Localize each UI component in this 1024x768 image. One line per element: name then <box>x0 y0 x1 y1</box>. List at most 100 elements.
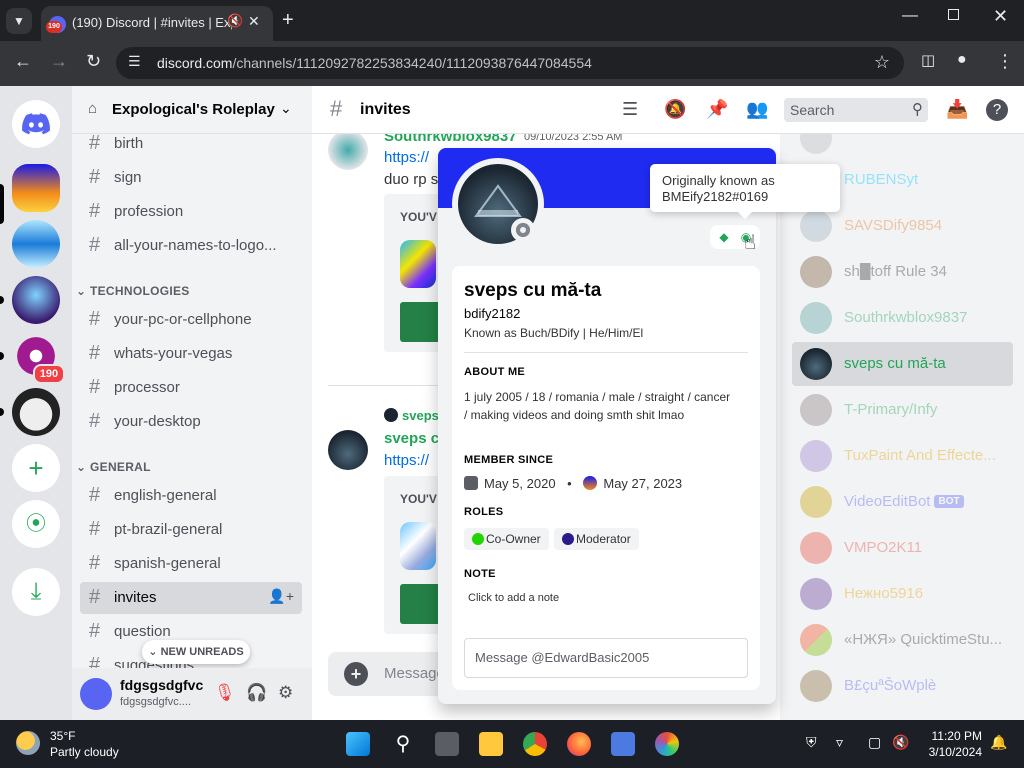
member-item[interactable]: VMPO2K11 <box>792 526 1013 570</box>
inbox-icon[interactable]: 📥 <box>946 99 968 120</box>
add-attachment-icon[interactable]: + <box>344 662 368 686</box>
bookmark-star-icon[interactable]: ☆ <box>874 52 890 73</box>
avatar[interactable] <box>328 130 368 170</box>
settings-gear-icon[interactable]: ⚙ <box>278 683 293 703</box>
browser-tab-active[interactable]: 190 (190) Discord | #invites | Expologic… <box>41 6 273 41</box>
avatar <box>384 408 398 422</box>
channel-english-general[interactable]: # english-general <box>80 480 302 512</box>
headphones-icon[interactable]: 🎧 <box>246 683 267 703</box>
hash-icon: # <box>89 166 101 188</box>
server-icon-3[interactable] <box>12 276 60 324</box>
window-minimize-button[interactable]: — <box>902 7 918 25</box>
start-windows-icon[interactable] <box>346 732 370 756</box>
url-path: /channels/1112092782253834240/1112093876… <box>232 55 592 71</box>
avatar <box>800 624 832 656</box>
discord-home-icon[interactable] <box>12 100 60 148</box>
message-link[interactable]: https:// <box>384 452 429 469</box>
new-tab-button[interactable]: + <box>282 9 294 32</box>
member-item[interactable]: VideoEditBot BOT <box>792 480 1013 524</box>
member-item[interactable]: T-Primary/Infy <box>792 388 1013 432</box>
threads-icon[interactable]: ☰ <box>622 99 638 120</box>
channel-your-pc[interactable]: # your-pc-or-cellphone <box>80 304 302 336</box>
server-icon-expological[interactable] <box>12 164 60 212</box>
new-unreads-button[interactable]: ⌄ NEW UNREADS <box>142 640 250 664</box>
category-technologies[interactable]: ⌄ TECHNOLOGIES <box>76 284 190 298</box>
server-icon-2[interactable] <box>12 220 60 268</box>
forward-arrow-icon[interactable]: → <box>50 51 68 72</box>
clock-date[interactable]: 3/10/2024 <box>920 745 982 759</box>
channel-invites[interactable]: # invites 👤+ <box>80 582 302 614</box>
member-item[interactable]: Southrkwblox9837 <box>792 296 1013 340</box>
note-input[interactable]: Click to add a note <box>468 592 559 604</box>
window-maximize-button[interactable] <box>948 9 959 20</box>
address-bar[interactable]: ☰ discord.com/channels/11120927822538342… <box>116 47 904 79</box>
role-pill[interactable]: Co-Owner <box>464 528 549 550</box>
display-icon[interactable]: ▢ <box>868 734 881 751</box>
server-header[interactable]: ⌂ Expological's Roleplay ⌄ <box>72 86 312 134</box>
clock-time[interactable]: 11:20 PM <box>920 729 982 743</box>
member-item[interactable]: sh█toff Rule 34 <box>792 250 1013 294</box>
task-view-icon[interactable] <box>435 732 459 756</box>
category-general[interactable]: ⌄ GENERAL <box>76 460 151 474</box>
add-server-icon[interactable]: + <box>12 444 60 492</box>
avatar <box>800 578 832 610</box>
tab-search-button[interactable]: ▼ <box>6 8 32 34</box>
chrome-icon[interactable] <box>523 732 547 756</box>
network-icon[interactable]: ▿ <box>836 734 843 751</box>
back-arrow-icon[interactable]: ← <box>14 51 32 72</box>
role-name: Moderator <box>576 532 631 546</box>
app-icon[interactable] <box>611 732 635 756</box>
download-apps-icon[interactable]: ⤓ <box>12 568 60 616</box>
member-item[interactable]: «НЖЯ» QuicktimeStu... <box>792 618 1013 662</box>
pin-icon[interactable]: 📌 <box>706 99 728 120</box>
member-item[interactable]: TuxPaint And Effecte... <box>792 434 1013 478</box>
reply-preview[interactable]: sveps <box>384 408 439 423</box>
tab-close-icon[interactable]: ✕ <box>248 13 260 30</box>
chrome-menu-icon[interactable]: ⋮ <box>996 51 1014 72</box>
channel-sign[interactable]: # sign <box>80 162 302 194</box>
member-item-selected[interactable]: sveps cu mă-ta <box>792 342 1013 386</box>
member-item[interactable] <box>792 134 1013 160</box>
member-item[interactable]: Нежно5916 <box>792 572 1013 616</box>
server-icon-cat[interactable] <box>12 388 60 436</box>
channel-all-your-names[interactable]: # all-your-names-to-logo... <box>80 230 302 262</box>
tab-muted-audio-icon[interactable]: 🔇 <box>227 13 243 29</box>
explore-servers-icon[interactable]: ⦿ <box>12 500 60 548</box>
channel-processor[interactable]: # processor <box>80 372 302 404</box>
firefox-icon[interactable] <box>567 732 591 756</box>
message-author[interactable]: sveps c <box>384 430 439 447</box>
create-invite-icon[interactable]: 👤+ <box>268 588 294 605</box>
volume-muted-icon[interactable]: 🔇 <box>892 734 909 751</box>
profile-icon[interactable]: ● <box>957 51 967 69</box>
member-list-icon[interactable]: 👥 <box>746 99 768 120</box>
window-close-button[interactable]: ✕ <box>993 6 1008 27</box>
defender-shield-icon[interactable]: ⛨ <box>806 734 817 751</box>
paint-icon[interactable] <box>655 732 679 756</box>
url-text[interactable]: discord.com/channels/1112092782253834240… <box>157 55 592 71</box>
notification-bell-muted-icon[interactable]: 🔕 <box>664 99 686 120</box>
reload-icon[interactable]: ↻ <box>86 51 101 72</box>
channel-pt-brazil-general[interactable]: # pt-brazil-general <box>80 514 302 546</box>
channel-whats-your-vegas[interactable]: # whats-your-vegas <box>80 338 302 370</box>
side-panel-icon[interactable]: ◫ <box>921 51 935 69</box>
search-input[interactable]: Search ⚲ <box>784 98 928 122</box>
file-explorer-icon[interactable] <box>479 732 503 756</box>
site-info-icon[interactable]: ☰ <box>128 53 141 70</box>
message-link[interactable]: https:// <box>384 149 429 166</box>
avatar <box>800 256 832 288</box>
active-developer-badge-icon[interactable]: ◆ <box>716 229 732 245</box>
role-pill[interactable]: Moderator <box>554 528 639 550</box>
member-item[interactable]: B£çuªŠoWplè <box>792 664 1013 708</box>
help-icon[interactable]: ? <box>986 99 1008 121</box>
message-user-input[interactable]: Message @EdwardBasic2005 <box>464 638 748 678</box>
weather-partly-cloudy-icon[interactable] <box>16 731 40 755</box>
channel-profession[interactable]: # profession <box>80 196 302 228</box>
channel-your-desktop[interactable]: # your-desktop <box>80 406 302 438</box>
avatar[interactable] <box>328 430 368 470</box>
channel-birth[interactable]: # birth <box>80 128 302 160</box>
channel-spanish-general[interactable]: # spanish-general <box>80 548 302 580</box>
avatar[interactable] <box>80 678 112 710</box>
search-icon[interactable]: ⚲ <box>391 732 415 756</box>
mute-microphone-icon[interactable]: 🎙 <box>214 683 236 703</box>
notification-bell-icon[interactable]: 🔔 <box>990 734 1007 751</box>
